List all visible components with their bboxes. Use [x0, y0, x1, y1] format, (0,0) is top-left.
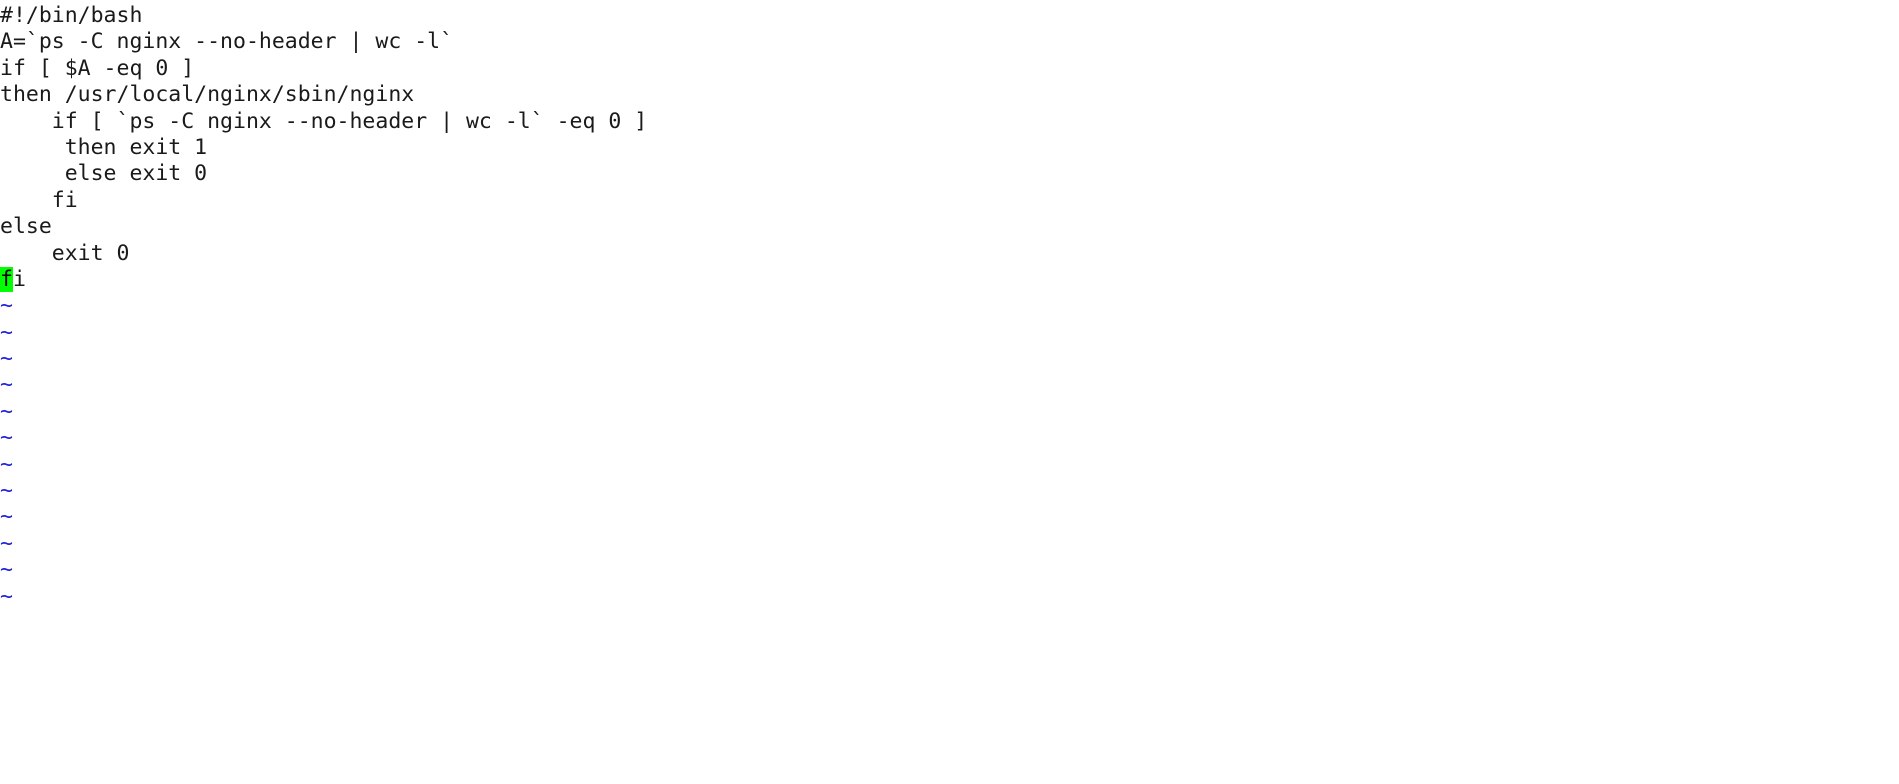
empty-line-marker: ~	[0, 293, 1899, 319]
empty-line-marker: ~	[0, 478, 1899, 504]
tilde-icon: ~	[0, 372, 13, 398]
empty-line-marker: ~	[0, 584, 1899, 610]
tilde-icon: ~	[0, 557, 13, 583]
tilde-icon: ~	[0, 319, 13, 345]
code-line[interactable]: else	[0, 214, 1899, 240]
code-line[interactable]: else exit 0	[0, 161, 1899, 187]
tilde-icon: ~	[0, 530, 13, 556]
code-line-text: if [ $A -eq 0 ]	[0, 55, 195, 81]
tilde-icon: ~	[0, 346, 13, 372]
empty-line-marker: ~	[0, 531, 1899, 557]
tilde-icon: ~	[0, 451, 13, 477]
code-line-text: #!/bin/bash	[0, 3, 143, 28]
empty-line-marker: ~	[0, 346, 1899, 372]
code-line-text: else	[0, 214, 52, 240]
empty-line-marker: ~	[0, 399, 1899, 425]
code-line[interactable]: exit 0	[0, 241, 1899, 267]
code-line[interactable]: fi	[0, 188, 1899, 214]
tilde-icon: ~	[0, 504, 13, 530]
code-line[interactable]: #!/bin/bash	[0, 3, 1899, 29]
text-editor-window[interactable]: #!/bin/bash A=`ps -C nginx --no-header |…	[0, 0, 1899, 784]
empty-line-marker: ~	[0, 320, 1899, 346]
empty-line-marker: ~	[0, 425, 1899, 451]
code-line-text: i	[12, 266, 26, 292]
code-line-text: fi	[0, 187, 78, 213]
code-line-text: then /usr/local/nginx/sbin/nginx	[0, 82, 415, 108]
tilde-icon: ~	[0, 425, 13, 451]
tilde-icon: ~	[0, 583, 13, 609]
code-line-text: then exit 1	[0, 134, 208, 160]
empty-line-marker: ~	[0, 452, 1899, 478]
code-line-text: if [ `ps -C nginx --no-header | wc -l` -…	[0, 108, 648, 134]
empty-line-marker: ~	[0, 557, 1899, 583]
editor-buffer[interactable]: #!/bin/bash A=`ps -C nginx --no-header |…	[0, 3, 1899, 610]
empty-line-marker: ~	[0, 372, 1899, 398]
code-line[interactable]: if [ `ps -C nginx --no-header | wc -l` -…	[0, 109, 1899, 135]
code-line[interactable]: A=`ps -C nginx --no-header | wc -l`	[0, 29, 1899, 55]
code-line-text: A=`ps -C nginx --no-header | wc -l`	[0, 29, 454, 55]
code-line[interactable]: then exit 1	[0, 135, 1899, 161]
code-line-with-cursor[interactable]: fi	[0, 266, 1899, 293]
code-line-text: else exit 0	[0, 161, 208, 187]
code-line[interactable]: if [ $A -eq 0 ]	[0, 56, 1899, 82]
tilde-icon: ~	[0, 293, 13, 319]
code-line-text: exit 0	[0, 240, 130, 266]
empty-line-marker: ~	[0, 504, 1899, 530]
text-cursor[interactable]: f	[0, 266, 13, 292]
code-line[interactable]: then /usr/local/nginx/sbin/nginx	[0, 82, 1899, 108]
tilde-icon: ~	[0, 478, 13, 504]
tilde-icon: ~	[0, 398, 13, 424]
